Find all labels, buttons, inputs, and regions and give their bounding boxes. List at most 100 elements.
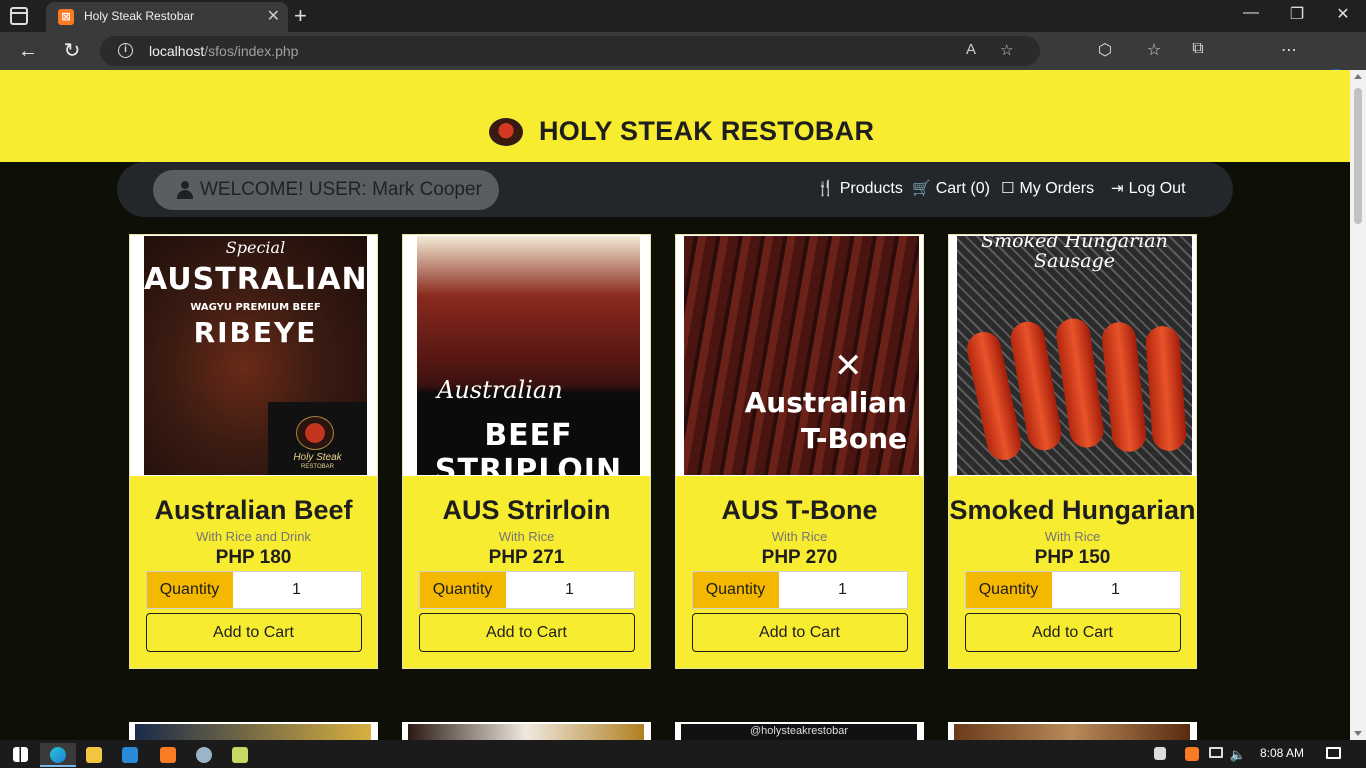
sausage-shape <box>1144 324 1188 453</box>
app-icon[interactable] <box>186 743 222 767</box>
xampp-tray-icon[interactable] <box>1182 743 1202 767</box>
site-navbar: WELCOME! USER: Mark Cooper 🍴 Products 🛒 Ca… <box>117 162 1233 217</box>
nav-logout[interactable]: ⇥ Log Out <box>1111 179 1186 198</box>
product-price: PHP 270 <box>761 547 838 568</box>
product-image: Special AUSTRALIAN WAGYU PREMIUM BEEF RI… <box>144 236 367 475</box>
site-header: HOLY STEAK RESTOBAR <box>0 70 1350 162</box>
add-to-cart-button[interactable]: Add to Cart <box>145 613 362 652</box>
security-tray-icon[interactable] <box>1150 743 1170 767</box>
xampp-icon[interactable] <box>150 743 186 767</box>
file-explorer-icon[interactable] <box>76 743 112 767</box>
add-to-cart-button[interactable]: Add to Cart <box>964 613 1181 652</box>
taskbar-clock[interactable]: 8:08 AM <box>1260 746 1304 760</box>
tab-title: Holy Steak Restobar <box>84 9 195 23</box>
image-caption: T-Bone <box>800 422 907 455</box>
product-name: Australian Beef <box>154 495 353 525</box>
quantity-input-group: Quantity 1 <box>691 571 908 609</box>
vscode-icon[interactable] <box>112 743 148 767</box>
quantity-input[interactable]: 1 <box>1052 572 1180 608</box>
favorites-icon[interactable]: ☆ <box>1142 40 1166 62</box>
image-logo-badge: Holy Steak RESTOBAR <box>268 402 367 475</box>
quantity-input[interactable]: 1 <box>779 572 907 608</box>
start-icon[interactable] <box>2 743 38 767</box>
image-logo-icon <box>296 416 334 450</box>
image-caption: RIBEYE <box>193 316 318 349</box>
extensions-icon[interactable]: ⬡ <box>1093 40 1117 62</box>
image-logo-text: Holy Steak <box>293 452 342 463</box>
orders-icon: ☐ <box>1001 180 1015 197</box>
notepad-icon[interactable] <box>222 743 258 767</box>
add-to-cart-button[interactable]: Add to Cart <box>418 613 635 652</box>
image-caption: Australian <box>437 376 563 404</box>
back-icon[interactable]: ← <box>17 40 39 62</box>
nav-cart[interactable]: 🛒 Cart (0) <box>912 179 990 198</box>
quantity-label: Quantity <box>692 572 779 608</box>
new-tab-icon[interactable]: + <box>294 3 307 29</box>
product-price: PHP 150 <box>1034 547 1111 568</box>
product-card-peek <box>402 722 651 740</box>
peek-image <box>954 724 1190 740</box>
add-favorite-icon[interactable]: ☆ <box>1000 41 1013 59</box>
product-name: Smoked Hungarian <box>949 495 1196 525</box>
nav-products-label: Products <box>839 180 903 197</box>
nav-my-orders[interactable]: ☐ My Orders <box>1001 179 1094 198</box>
product-price: PHP 180 <box>215 547 292 568</box>
image-caption: AUSTRALIAN <box>144 262 367 297</box>
quantity-input[interactable]: 1 <box>506 572 634 608</box>
scroll-up-icon[interactable] <box>1354 74 1362 79</box>
image-logo-subtext: RESTOBAR <box>301 464 334 470</box>
site-info-icon[interactable]: i <box>118 43 133 58</box>
quantity-label: Quantity <box>965 572 1052 608</box>
scroll-thumb[interactable] <box>1354 88 1362 224</box>
url-path: /sfos/index.php <box>204 43 299 59</box>
page-scrollbar[interactable] <box>1350 70 1366 740</box>
refresh-icon[interactable]: ↻ <box>61 40 83 62</box>
more-menu-icon[interactable]: ⋯ <box>1277 40 1301 62</box>
site-brand: HOLY STEAK RESTOBAR <box>539 116 875 146</box>
web-page: HOLY STEAK RESTOBAR WELCOME! USER: Mark … <box>0 70 1350 740</box>
window-close-icon[interactable]: ✕ <box>1320 4 1366 24</box>
product-image-frame: Special AUSTRALIAN WAGYU PREMIUM BEEF RI… <box>130 235 377 476</box>
restore-icon[interactable]: ❐ <box>1274 4 1320 24</box>
network-icon[interactable] <box>1206 743 1226 767</box>
nav-products[interactable]: 🍴 Products <box>816 179 903 198</box>
tab-actions-icon[interactable] <box>10 7 28 25</box>
notifications-icon[interactable] <box>1320 743 1346 767</box>
product-card: ✕ Australian T-Bone AUS T-Bone With Rice… <box>675 234 924 669</box>
quantity-input-group: Quantity 1 <box>964 571 1181 609</box>
product-image: Smoked Hungarian Sausage <box>957 236 1192 475</box>
add-to-cart-button[interactable]: Add to Cart <box>691 613 908 652</box>
product-description: With Rice <box>771 529 828 544</box>
peek-image <box>408 724 644 740</box>
scroll-down-icon[interactable] <box>1354 731 1362 736</box>
peek-image-caption: @holysteakrestobar <box>681 724 917 740</box>
browser-tab[interactable]: ⊠ Holy Steak Restobar ✕ <box>46 2 288 32</box>
image-caption: Australian <box>744 386 907 419</box>
edge-taskbar-icon[interactable] <box>40 743 76 767</box>
quantity-label: Quantity <box>419 572 506 608</box>
product-price: PHP 271 <box>488 547 565 568</box>
collections-icon[interactable]: ⧉ <box>1186 40 1210 62</box>
volume-icon[interactable]: 🔈 <box>1228 743 1248 767</box>
tab-close-icon[interactable]: ✕ <box>267 6 280 26</box>
user-icon <box>177 181 193 199</box>
product-image-frame: Smoked Hungarian Sausage <box>949 235 1196 476</box>
quantity-input-group: Quantity 1 <box>418 571 635 609</box>
welcome-text: WELCOME! USER: Mark Cooper <box>200 179 482 200</box>
product-card-peek <box>948 722 1197 740</box>
read-aloud-icon[interactable]: A <box>966 41 976 58</box>
minimize-icon[interactable]: — <box>1228 4 1274 22</box>
product-image: ✕ Australian T-Bone <box>684 236 919 475</box>
nav-cart-label: Cart (0) <box>935 180 990 197</box>
crossed-knives-icon: ✕ <box>834 347 863 385</box>
address-bar-row: ← ↻ i localhost/sfos/index.php A ☆ ⬡ ☆ ⧉… <box>0 32 1366 97</box>
xampp-favicon-icon: ⊠ <box>58 9 74 25</box>
quantity-input[interactable]: 1 <box>233 572 361 608</box>
url-field[interactable]: i localhost/sfos/index.php A ☆ <box>100 36 1040 66</box>
url-host: localhost <box>149 43 205 59</box>
url-text: localhost/sfos/index.php <box>149 43 298 59</box>
browser-tab-bar: ⊠ Holy Steak Restobar ✕ + — ❐ ✕ <box>0 0 1366 32</box>
quantity-input-group: Quantity 1 <box>145 571 362 609</box>
logout-icon: ⇥ <box>1111 180 1124 197</box>
product-card: Smoked Hungarian Sausage Smoked Hungaria… <box>948 234 1197 669</box>
